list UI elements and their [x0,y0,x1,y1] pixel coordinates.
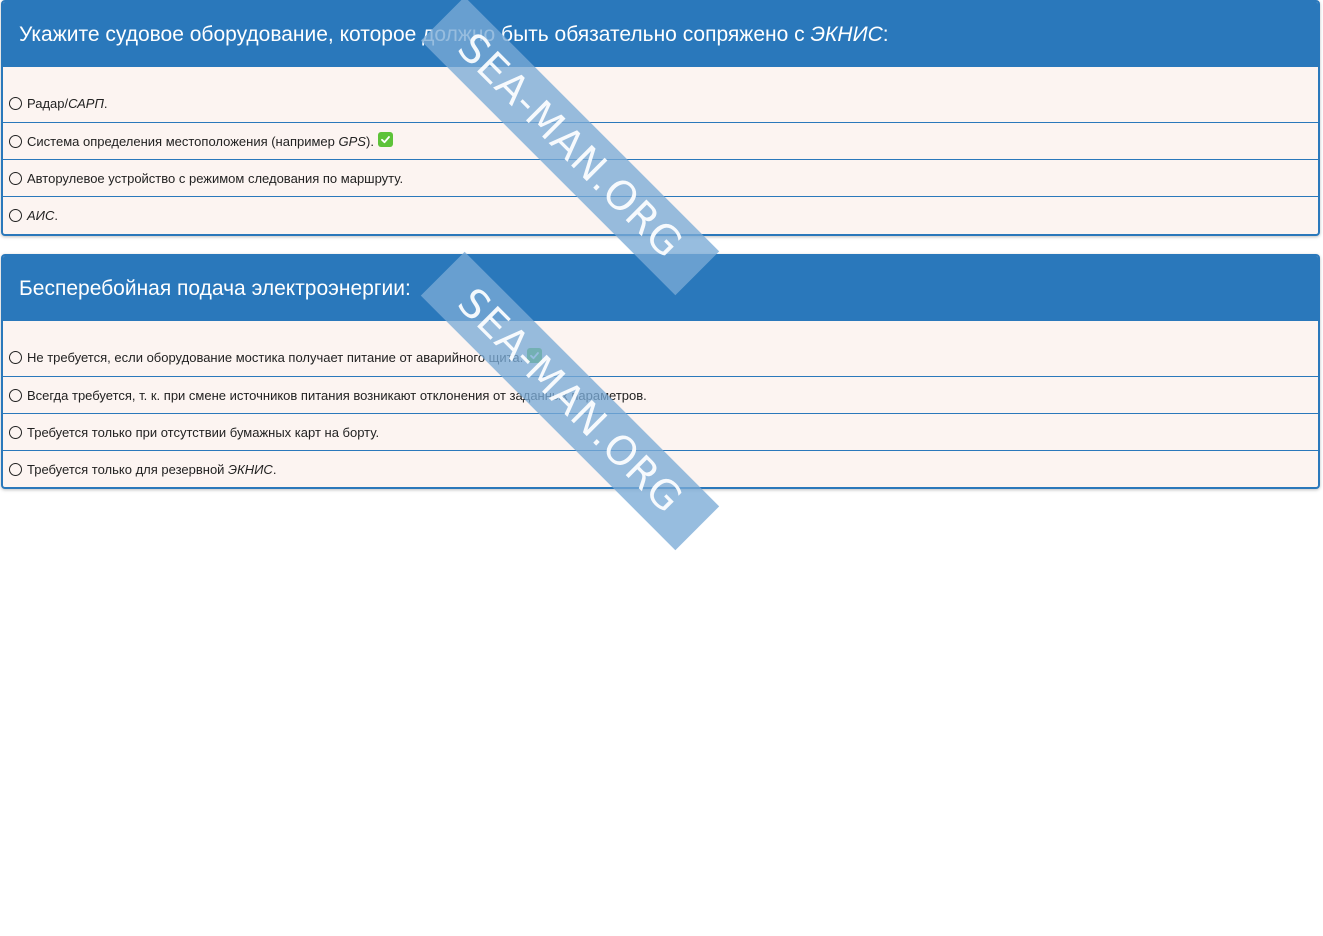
answer-text: Всегда требуется, т. к. при смене источн… [27,387,647,403]
answer-text: Не требуется, если оборудование мостика … [27,349,524,365]
answer-text-em: САРП [68,95,104,111]
answer-list-1: Радар/САРП. Система определения местопол… [3,67,1318,233]
question-title-1-em: ЭКНИС [810,23,883,46]
answer-option[interactable]: Не требуется, если оборудование мостика … [3,321,1318,376]
question-card-1: Укажите судовое оборудование, которое до… [1,0,1320,236]
answer-text-em: GPS [338,133,366,149]
answer-label: Требуется только при отсутствии бумажных… [27,425,379,440]
answer-label: АИС. [27,208,58,223]
radio-button[interactable] [9,350,22,364]
correct-check-icon [377,131,393,147]
answer-label: Авторулевое устройство с режимом следова… [27,171,403,186]
answer-option[interactable]: Авторулевое устройство с режимом следова… [3,159,1318,196]
answer-text-end: ). [365,133,374,149]
radio-button[interactable] [9,208,22,222]
question-title-1-text: Укажите судовое оборудование, которое до… [19,23,811,46]
answer-option[interactable]: Система определения местоположения (напр… [3,122,1318,159]
radio-button[interactable] [9,462,22,476]
answer-text: Требуется только для резервной [27,461,229,477]
answer-list-2: Не требуется, если оборудование мостика … [3,321,1318,487]
answer-label: Радар/САРП. [27,96,107,111]
answer-text-end: . [103,95,108,111]
question-card-2: Бесперебойная подача электроэнергии: Не … [1,254,1320,489]
answer-label: Требуется только для резервной ЭКНИС. [27,462,276,477]
answer-text: Радар/ [27,95,69,111]
question-title-1-end: : [882,23,889,46]
answer-text-end: . [272,461,277,477]
answer-option[interactable]: Всегда требуется, т. к. при смене источн… [3,376,1318,413]
answer-text: Авторулевое устройство с режимом следова… [27,170,404,186]
answer-option[interactable]: Требуется только для резервной ЭКНИС. [3,450,1318,487]
answer-option[interactable]: Требуется только при отсутствии бумажных… [3,413,1318,450]
question-title-2-text: Бесперебойная подача электроэнергии: [19,277,411,300]
answer-text: Требуется только при отсутствии бумажных… [27,424,380,440]
quiz-page: Укажите судовое оборудование, которое до… [0,0,1323,936]
radio-button[interactable] [9,425,22,439]
answer-text-em: АИС [27,207,55,223]
answer-text-em: ЭКНИС [228,461,273,477]
question-title-2: Бесперебойная подача электроэнергии: [3,256,1318,321]
answer-label: Система определения местоположения (напр… [27,134,374,149]
question-title-1: Укажите судовое оборудование, которое до… [3,2,1318,67]
answer-option[interactable]: АИС. [3,196,1318,233]
radio-button[interactable] [9,171,22,185]
radio-button[interactable] [9,96,22,110]
answer-label: Не требуется, если оборудование мостика … [27,350,523,365]
answer-text-end: . [54,207,58,223]
correct-check-icon [527,347,543,363]
answer-text: Система определения местоположения (напр… [27,133,339,149]
answer-option[interactable]: Радар/САРП. [3,67,1318,122]
radio-button[interactable] [9,134,22,148]
radio-button[interactable] [9,388,22,402]
answer-label: Всегда требуется, т. к. при смене источн… [27,388,647,403]
